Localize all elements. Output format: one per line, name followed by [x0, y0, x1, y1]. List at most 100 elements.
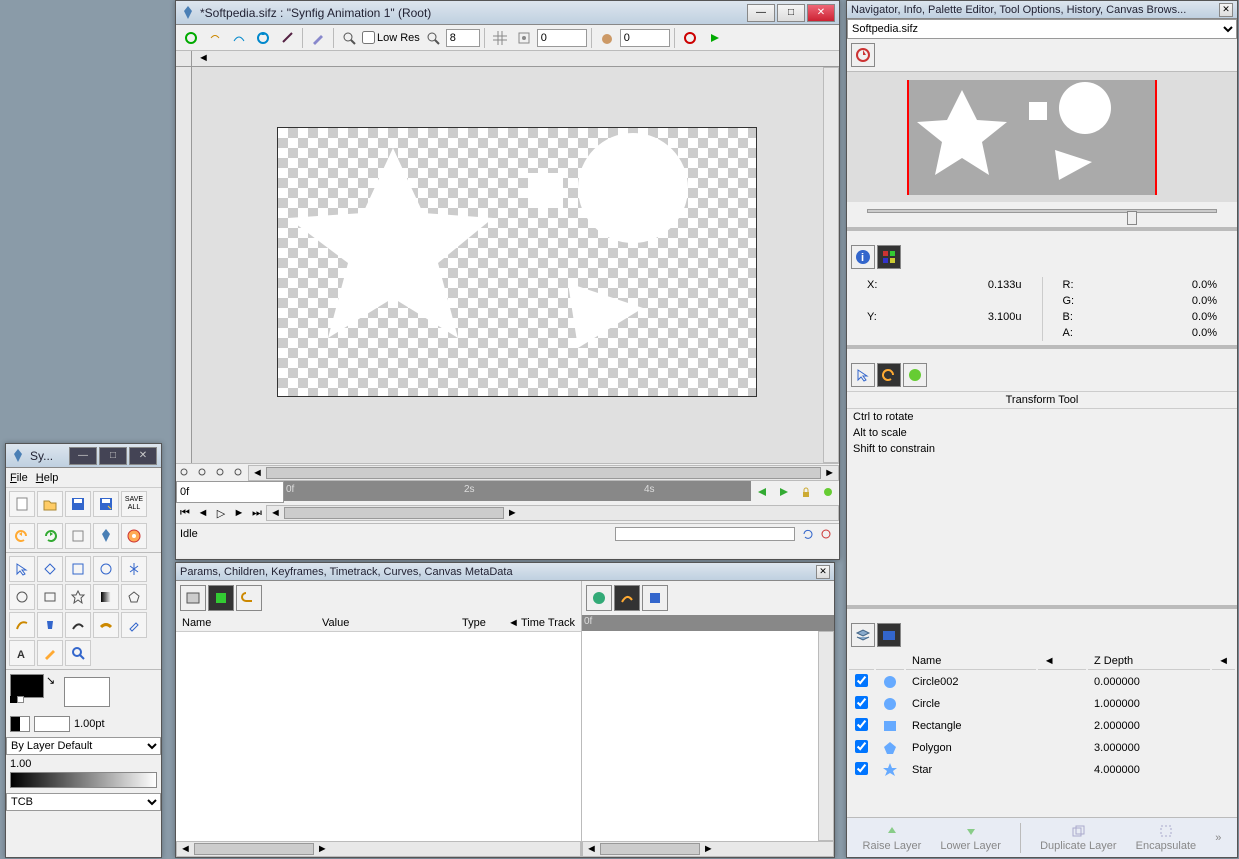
seek-first-button[interactable]: ⏮ — [176, 502, 194, 524]
seek-next-icon[interactable] — [773, 481, 795, 503]
saveall-button[interactable]: SAVE ALL — [121, 491, 147, 517]
col-value[interactable]: Value — [322, 617, 462, 629]
nav-zoom-slider[interactable] — [847, 209, 1237, 227]
canvas-viewport[interactable] — [192, 67, 823, 463]
maximize-button[interactable]: □ — [99, 447, 127, 465]
new-button[interactable] — [9, 491, 35, 517]
width-tool[interactable] — [93, 612, 119, 638]
close-button[interactable]: ✕ — [816, 565, 830, 579]
canvas-scrollbar-v[interactable] — [823, 67, 839, 463]
timetrack-scrollbar-h[interactable]: ◄► — [582, 841, 834, 857]
swap-colors-icon[interactable]: ↘ — [46, 674, 60, 688]
rectangle-tool[interactable] — [37, 584, 63, 610]
preview-button[interactable] — [204, 27, 226, 49]
layer-row[interactable]: Star4.000000 — [849, 760, 1235, 780]
layer-row[interactable]: Circle1.000000 — [849, 694, 1235, 714]
zoom-out-button[interactable] — [212, 465, 230, 481]
info-tab-icon[interactable]: i — [851, 245, 875, 269]
encapsulate-button[interactable]: Encapsulate — [1136, 824, 1197, 852]
lowres-checkbox[interactable] — [362, 31, 375, 44]
meta-tab-icon[interactable] — [642, 585, 668, 611]
layers-col-name[interactable]: Name — [906, 653, 1036, 670]
pen-tool-button[interactable] — [307, 27, 329, 49]
bline-tool[interactable] — [9, 612, 35, 638]
cancel-status-button[interactable] — [817, 523, 835, 545]
circle-tool[interactable] — [9, 584, 35, 610]
navigator-tab-icon[interactable] — [851, 43, 875, 67]
layer-row[interactable]: Rectangle2.000000 — [849, 716, 1235, 736]
coord2-input[interactable] — [620, 29, 670, 47]
quality-button[interactable] — [422, 27, 444, 49]
params-list[interactable] — [176, 632, 581, 841]
gradient-preview[interactable] — [34, 716, 70, 732]
play-button[interactable] — [703, 27, 725, 49]
zoom-fit-button[interactable] — [194, 465, 212, 481]
bucket-tool[interactable] — [37, 612, 63, 638]
ruler-vertical[interactable] — [176, 67, 192, 463]
seek-prev-icon[interactable] — [751, 481, 773, 503]
curves-tab-icon[interactable] — [614, 585, 640, 611]
params-tab-icon[interactable] — [180, 585, 206, 611]
play-timeline-button[interactable]: ▷ — [212, 502, 230, 524]
onion-button[interactable] — [596, 27, 618, 49]
duplicate-layer-button[interactable]: Duplicate Layer — [1040, 824, 1116, 852]
polygon-tool[interactable] — [121, 584, 147, 610]
toolbox-titlebar[interactable]: Sy... — □ ✕ — [6, 444, 161, 468]
navigator-preview[interactable] — [847, 72, 1237, 202]
close-button[interactable]: ✕ — [129, 447, 157, 465]
transform-tool[interactable] — [9, 556, 35, 582]
render-button[interactable] — [180, 27, 202, 49]
gradient-tool[interactable] — [93, 584, 119, 610]
canvas-tab-icon[interactable] — [903, 363, 927, 387]
saveas-button[interactable] — [93, 491, 119, 517]
grid-button[interactable] — [489, 27, 511, 49]
keyframes-tab-icon[interactable] — [236, 585, 262, 611]
lock-icon[interactable] — [795, 481, 817, 503]
layer-row[interactable]: Polygon3.000000 — [849, 738, 1235, 758]
raise-layer-button[interactable]: Raise Layer — [863, 824, 922, 852]
refresh-status-button[interactable] — [799, 523, 817, 545]
lower-layer-button[interactable]: Lower Layer — [940, 824, 1001, 852]
layer-visible-checkbox[interactable] — [855, 740, 868, 753]
canvas-scrollbar-h[interactable]: ◄► — [248, 465, 839, 481]
layer-visible-checkbox[interactable] — [855, 762, 868, 775]
layers-col-depth[interactable]: Z Depth — [1088, 653, 1210, 670]
params-scrollbar[interactable]: ◄► — [176, 841, 581, 857]
timeline[interactable]: 0f 2s 4s — [284, 481, 751, 501]
draw-tool[interactable] — [65, 612, 91, 638]
timetrack-tab-icon[interactable] — [586, 585, 612, 611]
col-name[interactable]: Name — [182, 617, 322, 629]
record-button[interactable] — [679, 27, 701, 49]
minimize-button[interactable]: — — [747, 4, 775, 22]
eyedropper-tool[interactable] — [121, 612, 147, 638]
menu-help[interactable]: Help — [36, 472, 59, 484]
open-button[interactable] — [37, 491, 63, 517]
palette-tab-icon[interactable] — [877, 245, 901, 269]
fg-color[interactable] — [10, 674, 44, 698]
timetrack-scrollbar-v[interactable] — [818, 631, 834, 841]
close-button[interactable]: ✕ — [1219, 3, 1233, 17]
opacity-slider[interactable] — [10, 772, 157, 788]
undo-button[interactable] — [9, 523, 35, 549]
settings-button[interactable] — [65, 523, 91, 549]
file-select[interactable]: Softpedia.sifz — [847, 19, 1237, 39]
text-tool[interactable]: A — [9, 640, 35, 666]
curve-button[interactable] — [228, 27, 250, 49]
layers-tab-icon[interactable] — [851, 623, 875, 647]
zoom-tool[interactable] — [65, 640, 91, 666]
seek-last-button[interactable]: ⏭ — [248, 502, 266, 524]
bg-color[interactable] — [64, 677, 110, 707]
params-titlebar[interactable]: Params, Children, Keyframes, Timetrack, … — [176, 563, 834, 581]
sketch-tool[interactable] — [37, 640, 63, 666]
help-button[interactable] — [121, 523, 147, 549]
timetrack-area[interactable] — [582, 631, 834, 841]
keyframe-dot-icon[interactable] — [817, 481, 839, 503]
coord1-input[interactable] — [537, 29, 587, 47]
nav-titlebar[interactable]: Navigator, Info, Palette Editor, Tool Op… — [847, 1, 1237, 19]
timeline-scrollbar[interactable]: ◄► — [266, 505, 839, 521]
snap-button[interactable] — [513, 27, 535, 49]
blend-mode-select[interactable]: By Layer Default — [6, 737, 161, 755]
canvas-area[interactable] — [277, 127, 757, 397]
scale-tool[interactable] — [65, 556, 91, 582]
rotate-tool[interactable] — [93, 556, 119, 582]
